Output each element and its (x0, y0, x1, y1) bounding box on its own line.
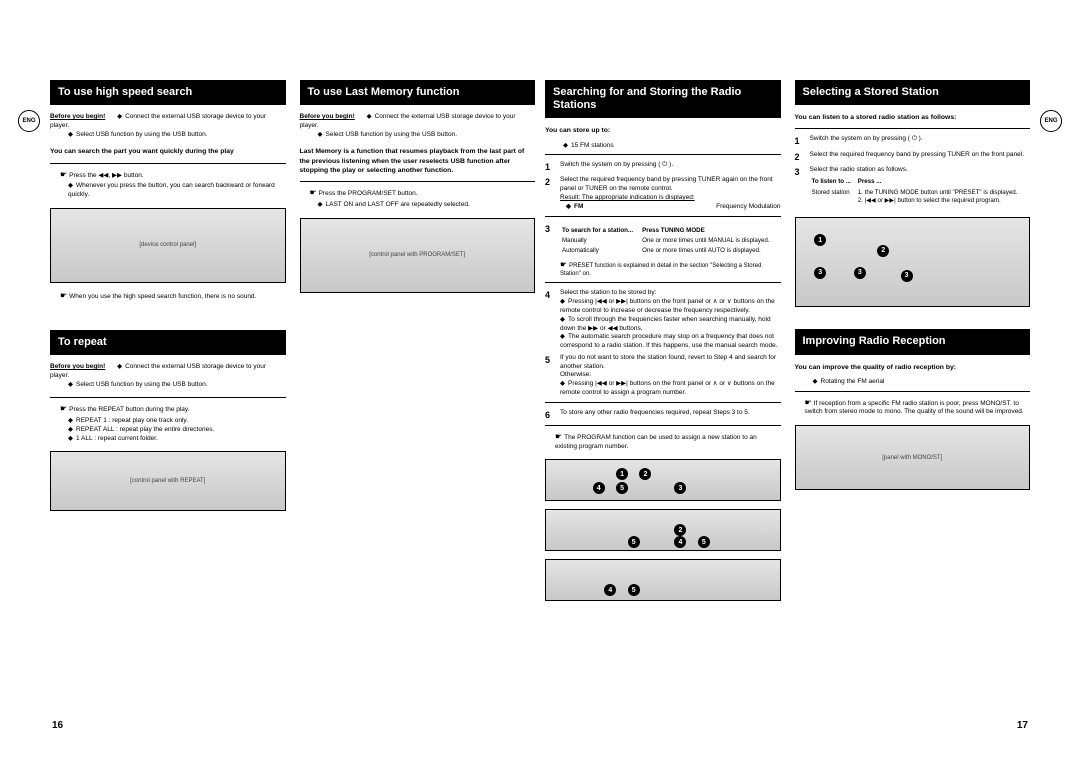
row-stored: Stored station (810, 188, 856, 207)
step-4d: The automatic search procedure may stop … (560, 333, 778, 349)
step-2a: Select the required frequency band by pr… (560, 176, 773, 192)
panel-illustration-1: 12453 (545, 459, 781, 501)
right-col-a: Searching for and Storing the Radio Stat… (545, 80, 781, 733)
step-6: To store any other radio frequencies req… (560, 409, 781, 421)
press-buttons-line: Press the ◀◀, ▶▶ button. (60, 170, 286, 181)
row-stored-2: 2. |◀◀ or ▶▶| button to select the requi… (858, 197, 1001, 204)
device-illustration-1: [device control panel] (50, 208, 286, 283)
last-on-off: LAST ON and LAST OFF are repeatedly sele… (318, 201, 536, 210)
last-memory-desc: Last Memory is a function that resumes p… (300, 147, 536, 175)
panel-illustration-monost: [panel with MONO/ST] (795, 425, 1031, 490)
row-manual-desc: One or more times until MANUAL is displa… (640, 236, 780, 246)
panel-illustration-2: 2545 (545, 509, 781, 551)
page-number-left: 16 (52, 720, 63, 731)
before-begin-label: Before you begin! (50, 113, 105, 120)
step-1: Switch the system on by pressing ( ⏻ ). (560, 161, 781, 173)
mono-st-note: If reception from a specific FM radio st… (805, 398, 1031, 418)
fm-label: FM (566, 203, 583, 210)
rotate-aerial: Rotating the FM aerial (813, 378, 1031, 387)
title-last-memory: To use Last Memory function (300, 80, 536, 105)
title-improving-reception: Improving Radio Reception (795, 329, 1031, 354)
repeat-mode: 1 ALL : repeat current folder. (68, 435, 286, 444)
before-item: Select USB function by using the USB but… (68, 131, 208, 138)
left-col-a: To use high speed search Before you begi… (50, 80, 286, 733)
language-badge-left: ENG (18, 110, 40, 132)
title-selecting-stored: Selecting a Stored Station (795, 80, 1031, 105)
store-up-to: You can store up to: (545, 126, 781, 135)
step-5c: Pressing |◀◀ or ▶▶| buttons on the front… (560, 380, 775, 396)
before-begin-label-3: Before you begin! (300, 113, 355, 120)
step-4a: Select the station to be stored by: (560, 289, 656, 296)
sel-step-2: Select the required frequency band by pr… (810, 151, 1031, 163)
panel-illustration-select: 1 2 3 3 3 (795, 217, 1031, 307)
sel-step-3: Select the radio station as follows. (810, 166, 908, 173)
table-hdr-search: To search for a station... (560, 226, 640, 236)
search-bold-line: You can search the part you want quickly… (50, 147, 286, 156)
preset-note: PRESET function is explained in detail i… (560, 260, 781, 279)
fm-stations-count: 15 FM stations (563, 142, 781, 151)
repeat-mode: REPEAT ALL : repeat play the entire dire… (68, 426, 286, 435)
sel-step-1: Switch the system on by pressing ( ⏻ ). (810, 135, 1031, 147)
step-5a: If you do not want to store the station … (560, 354, 776, 370)
step-4b: Pressing |◀◀ or ▶▶| buttons on the front… (560, 298, 775, 314)
before-item: Select USB function by using the USB but… (68, 381, 208, 388)
device-illustration-3: [control panel with PROGRAM/SET] (300, 218, 536, 293)
press-program-set: Press the PROGRAM/SET button. (310, 188, 536, 199)
left-col-b: To use Last Memory function Before you b… (300, 80, 536, 733)
step-5b: Otherwise: (560, 371, 591, 378)
row-stored-1: 1. the TUNING MODE button until "PRESET"… (858, 189, 1018, 196)
row-auto: Automatically (560, 246, 640, 256)
row-auto-desc: One or more times until AUTO is displaye… (640, 246, 780, 256)
device-illustration-2: [control panel with REPEAT] (50, 451, 286, 511)
step-4c: To scroll through the frequencies faster… (560, 316, 771, 332)
step-2-result: Result: The appropriate indication is di… (560, 194, 695, 201)
title-high-speed-search: To use high speed search (50, 80, 286, 105)
language-badge-right: ENG (1040, 110, 1062, 132)
improve-lead: You can improve the quality of radio rec… (795, 363, 1031, 372)
search-detail: Whenever you press the button, you can s… (68, 182, 286, 200)
repeat-mode: REPEAT 1 : repeat play one track only. (68, 417, 286, 426)
panel-illustration-3: 45 (545, 559, 781, 601)
program-note: The PROGRAM function can be used to assi… (555, 432, 781, 452)
right-col-b: Selecting a Stored Station You can liste… (795, 80, 1031, 733)
row-manual: Manually (560, 236, 640, 246)
listen-lead: You can listen to a stored radio station… (795, 113, 1031, 122)
press-repeat: Press the REPEAT button during the play. (60, 404, 286, 415)
page-number-right: 17 (1017, 720, 1028, 731)
hdr-press: Press ... (856, 177, 1030, 187)
title-searching-storing: Searching for and Storing the Radio Stat… (545, 80, 781, 118)
fm-desc: Frequency Modulation (716, 203, 780, 212)
no-sound-note: When you use the high speed search funct… (60, 291, 286, 302)
title-repeat: To repeat (50, 330, 286, 355)
before-begin-label-2: Before you begin! (50, 363, 105, 370)
before-item: Select USB function by using the USB but… (318, 131, 458, 138)
hdr-listen-to: To listen to ... (810, 177, 856, 187)
table-hdr-press: Press TUNING MODE (640, 226, 780, 236)
